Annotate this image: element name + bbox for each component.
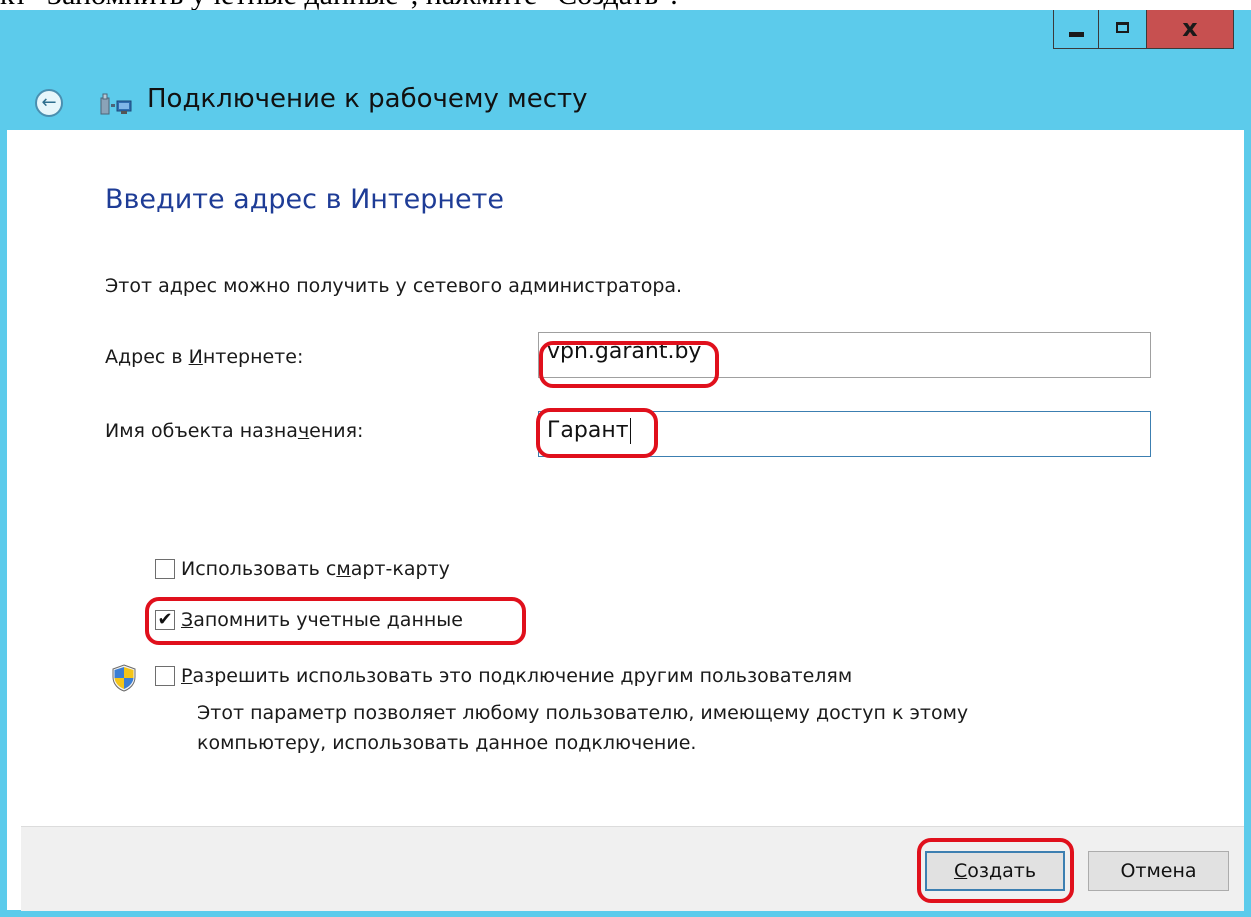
document-caption: кт "Запомнить учетные данные", нажмите "… bbox=[0, 0, 1251, 10]
wizard-content: Введите адрес в Интернете Этот адрес мож… bbox=[21, 130, 1244, 825]
smartcard-option[interactable]: Использовать смарт-карту bbox=[155, 558, 450, 580]
allow-others-checkbox[interactable] bbox=[155, 666, 175, 686]
destination-name-label: Имя объекта назначения: bbox=[105, 420, 364, 442]
smartcard-checkbox[interactable] bbox=[155, 559, 175, 579]
remember-credentials-checkbox[interactable]: ✔ bbox=[155, 610, 175, 630]
smartcard-label: Использовать смарт-карту bbox=[181, 558, 450, 580]
close-button[interactable]: x bbox=[1147, 10, 1234, 49]
allow-others-label: Разрешить использовать это подключение д… bbox=[181, 665, 853, 687]
page-heading: Введите адрес в Интернете bbox=[105, 184, 505, 215]
internet-address-label: Адрес в Интернете: bbox=[105, 346, 304, 368]
network-connection-icon bbox=[100, 93, 132, 115]
close-icon: x bbox=[1182, 14, 1198, 42]
text-caret bbox=[629, 418, 631, 444]
allow-others-note: Этот параметр позволяет любому пользоват… bbox=[197, 702, 969, 754]
uac-shield-icon bbox=[112, 664, 136, 692]
wizard-footer: Создать Отмена bbox=[21, 826, 1244, 911]
create-button[interactable]: Создать bbox=[925, 851, 1065, 891]
maximize-button[interactable] bbox=[1099, 10, 1147, 49]
minimize-button[interactable] bbox=[1053, 10, 1099, 49]
remember-credentials-option[interactable]: ✔ Запомнить учетные данные bbox=[155, 609, 463, 631]
allow-others-option[interactable]: Разрешить использовать это подключение д… bbox=[155, 665, 852, 687]
cancel-button[interactable]: Отмена bbox=[1088, 851, 1229, 891]
back-button[interactable]: ← bbox=[35, 89, 63, 117]
minimize-icon bbox=[1069, 32, 1084, 37]
intro-text: Этот адрес можно получить у сетевого адм… bbox=[105, 275, 683, 297]
maximize-icon bbox=[1116, 22, 1129, 33]
title-bar: x bbox=[7, 10, 1244, 52]
window-controls: x bbox=[1053, 10, 1234, 49]
wizard-header: ← Подключение к рабочему месту bbox=[7, 52, 1244, 130]
window-title: Подключение к рабочему месту bbox=[147, 84, 588, 114]
dialog-window: x ← Подключение к рабочему месту Введите… bbox=[0, 10, 1251, 917]
checkmark-icon: ✔ bbox=[157, 609, 173, 630]
back-arrow-icon: ← bbox=[41, 92, 57, 113]
internet-address-input[interactable]: vpn.garant.by bbox=[538, 332, 1151, 378]
destination-name-input[interactable]: Гарант bbox=[538, 411, 1151, 457]
remember-credentials-label: Запомнить учетные данные bbox=[181, 609, 463, 631]
